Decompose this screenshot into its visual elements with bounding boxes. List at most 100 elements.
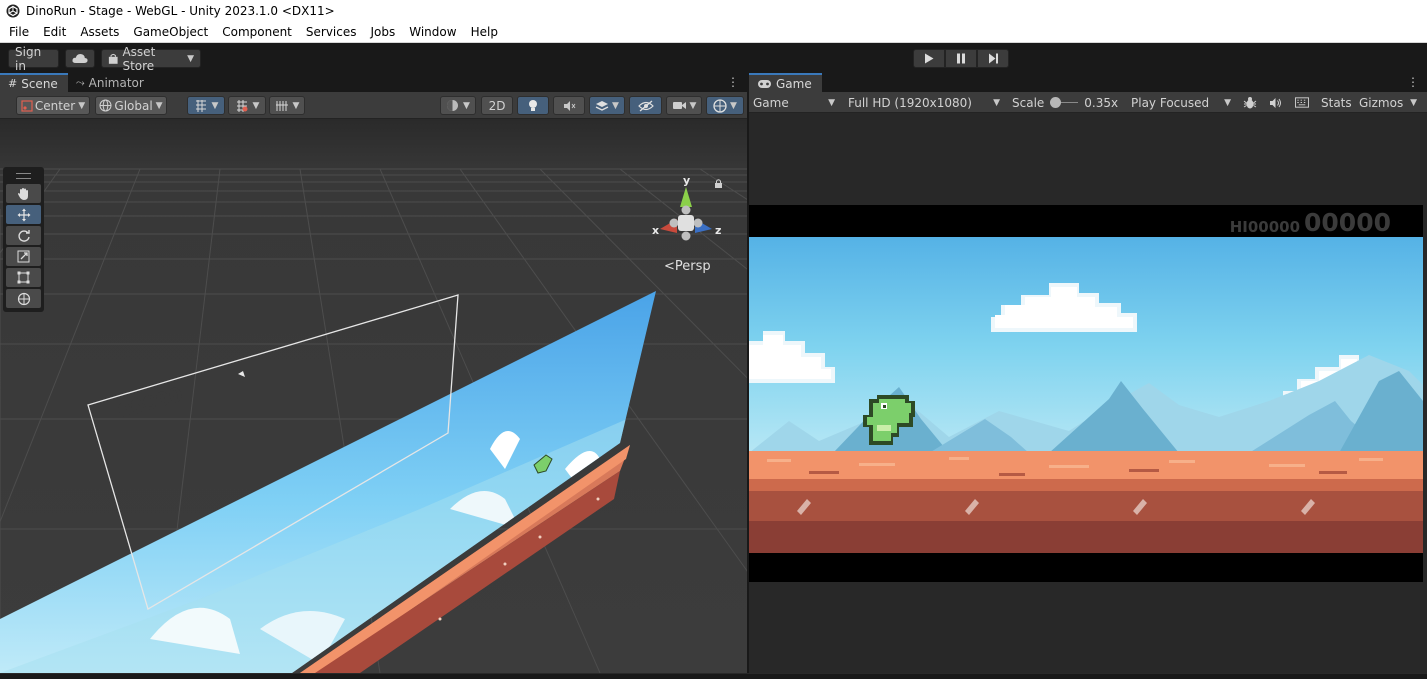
rect-tool-button[interactable] [6,268,41,287]
scene-visibility-button[interactable] [629,96,662,115]
menu-jobs[interactable]: Jobs [364,22,403,42]
play-focus-dropdown[interactable]: Play Focused ▼ [1127,92,1235,113]
chevron-down-icon: ▼ [252,100,260,111]
projection-toggle[interactable]: <Persp [664,259,711,274]
menu-assets[interactable]: Assets [73,22,126,42]
menu-edit[interactable]: Edit [36,22,73,42]
increment-snapping-button[interactable]: ▼ [228,96,266,115]
menu-file[interactable]: File [2,22,36,42]
menu-gameobject[interactable]: GameObject [126,22,215,42]
title-bar: DinoRun - Stage - WebGL - Unity 2023.1.0… [0,0,1427,22]
chevron-down-icon: ▼ [1224,97,1231,108]
shortcut-toggle-button[interactable] [1291,92,1313,113]
menu-window[interactable]: Window [402,22,463,42]
grid-visibility-button[interactable]: ▼ [269,96,305,115]
scale-label: Scale [1012,95,1045,110]
keyboard-icon [1295,97,1309,108]
game-viewport[interactable]: HI00000 00000 [749,113,1427,673]
move-tool-button[interactable] [6,205,41,224]
pause-icon [957,53,965,64]
rotate-icon [17,229,30,242]
lighting-toggle-button[interactable] [517,96,549,115]
play-controls [913,49,1009,68]
gizmos-dropdown[interactable]: Gizmos ▼ [1355,92,1421,113]
hand-icon [18,187,28,200]
asset-store-label: Asset Store [122,44,156,73]
gizmos-label: Gizmos [1359,95,1404,110]
grid-snapping-button[interactable]: ▼ [187,96,225,115]
play-button[interactable] [913,49,945,68]
step-button[interactable] [977,49,1009,68]
stats-button[interactable]: Stats [1317,92,1353,113]
move-arrows-icon [17,208,30,221]
scene-panel: # Scene ⤳ Animator ⋮ Center ▼ Global ▼ ▼… [0,73,747,673]
menu-component[interactable]: Component [215,22,299,42]
game-render-frame: HI00000 00000 [749,205,1423,582]
transform-all-icon [17,292,30,305]
chevron-down-icon: ▼ [730,100,737,111]
audio-toggle-button[interactable] [553,96,585,115]
scale-icon [17,250,30,263]
play-focus-label: Play Focused [1131,95,1210,110]
asset-store-dropdown[interactable]: Asset Store ▼ [101,45,201,73]
rotate-tool-button[interactable] [6,226,41,245]
2d-mode-button[interactable]: 2D [481,96,513,115]
bug-icon [1243,96,1257,108]
status-bar [0,673,1427,679]
scene-viewport[interactable]: 00000 y x z <Persp [0,119,747,673]
audio-mute-icon [563,100,575,111]
chevron-left-icon: < [664,259,675,274]
unity-logo-icon [6,4,20,18]
game-kebab-menu-icon[interactable]: ⋮ [1407,75,1419,89]
space-dropdown[interactable]: Global ▼ [95,96,167,115]
palette-grip[interactable] [16,173,31,179]
chevron-down-icon: ▼ [612,100,619,111]
chevron-down-icon: ▼ [1410,97,1417,108]
frame-debugger-button[interactable] [1239,92,1261,113]
grid-snap-icon [195,99,206,112]
scale-slider-thumb[interactable] [1050,97,1062,108]
rect-transform-icon [17,271,30,284]
projection-label: Persp [674,259,711,274]
display-dropdown[interactable]: Game ▼ [749,92,839,113]
resolution-dropdown[interactable]: Full HD (1920x1080) ▼ [844,92,1004,113]
camera-settings-button[interactable]: ▼ [666,96,702,115]
hand-tool-button[interactable] [6,184,41,203]
shading-mode-button[interactable]: ▼ [440,96,476,115]
chevron-down-icon: ▼ [78,100,86,111]
game-panel: Game ⋮ Game ▼ Full HD (1920x1080) ▼ Scal… [749,73,1427,673]
menu-help[interactable]: Help [464,22,505,42]
speaker-icon [1270,97,1281,108]
pause-button[interactable] [945,49,977,68]
tab-animator[interactable]: ⤳ Animator [68,73,154,92]
layers-icon [595,100,609,111]
sign-in-button[interactable]: Sign in [8,45,59,73]
chevron-down-icon: ▼ [828,97,835,108]
tab-game[interactable]: Game [749,73,822,92]
gizmos-toggle-button[interactable]: ▼ [706,96,744,115]
tab-scene[interactable]: # Scene [0,73,68,92]
globe-icon [99,99,112,112]
scale-tool-button[interactable] [6,247,41,266]
pivot-dropdown[interactable]: Center ▼ [16,96,90,115]
cloud-button[interactable] [65,49,95,68]
scene-3d-render: 00000 [0,119,747,673]
transform-tool-button[interactable] [6,289,41,308]
lock-icon [715,183,722,188]
scale-control: Scale 0.35x [1008,92,1123,113]
tab-animator-label: Animator [88,75,144,90]
effects-button[interactable]: ▼ [589,96,625,115]
mute-audio-button[interactable] [1265,92,1287,113]
hi-score-label: HI00000 [1229,218,1301,236]
scale-slider[interactable] [1050,97,1079,108]
shopping-bag-icon [108,53,118,64]
main-toolbar: Sign in Asset Store ▼ [0,43,1427,73]
gizmo-z-label: z [715,224,721,237]
scene-toolbar: Center ▼ Global ▼ ▼ ▼ ▼ ▼ 2D ▼ ▼ ▼ [0,92,747,119]
chevron-down-icon: ▼ [187,53,194,64]
grid-hash-icon: # [8,77,18,90]
menu-services[interactable]: Services [299,22,364,42]
scene-kebab-menu-icon[interactable]: ⋮ [727,75,739,89]
chevron-down-icon: ▼ [993,97,1000,108]
eye-hidden-icon [637,100,654,111]
